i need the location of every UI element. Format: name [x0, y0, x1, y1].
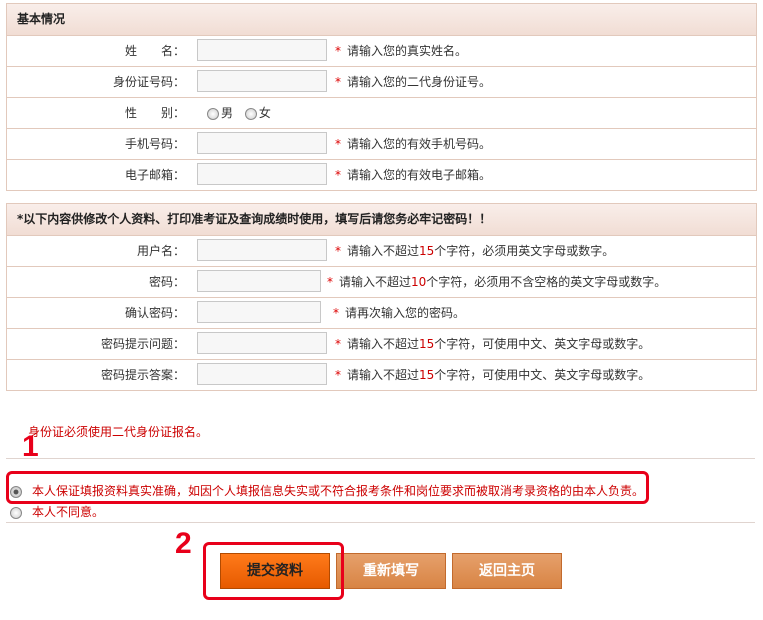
id-input[interactable] [197, 70, 327, 92]
password-question-hint: 请输入不超过15个字符，可使用中文、英文字母或数字。 [347, 337, 651, 351]
account-title: *以下内容供修改个人资料、打印准考证及查询成绩时使用，填写后请您务必牢记密码！！ [7, 204, 756, 236]
password-answer-row: 密码提示答案： * 请输入不超过15个字符，可使用中文、英文字母或数字。 [7, 360, 756, 390]
email-row: 电子邮箱： * 请输入您的有效电子邮箱。 [7, 160, 756, 190]
gender-male-option[interactable]: 男 [207, 106, 237, 120]
phone-hint: 请输入您的有效手机号码。 [347, 137, 492, 151]
required-star: * [335, 337, 341, 351]
confirm-password-input[interactable] [197, 301, 321, 323]
step-1-marker: 1 [22, 430, 39, 463]
phone-row: 手机号码： * 请输入您的有效手机号码。 [7, 129, 756, 160]
id-label: 身份证号码： [112, 75, 185, 89]
password-answer-label: 密码提示答案： [100, 368, 185, 382]
email-input[interactable] [197, 163, 327, 185]
name-row: 姓 名： * 请输入您的真实姓名。 [7, 36, 756, 67]
confirm-password-row: 确认密码： * 请再次输入您的密码。 [7, 298, 756, 329]
id-hint: 请输入您的二代身份证号。 [347, 75, 492, 89]
required-star: * [335, 244, 341, 258]
email-hint: 请输入您的有效电子邮箱。 [347, 168, 492, 182]
required-star: * [335, 44, 341, 58]
female-label: 女 [258, 106, 271, 120]
home-button[interactable]: 返回主页 [452, 553, 562, 589]
password-question-label: 密码提示问题： [100, 337, 185, 351]
required-star: * [335, 75, 341, 89]
disagree-radio[interactable] [10, 506, 22, 519]
password-question-input[interactable] [197, 332, 327, 354]
male-radio[interactable] [207, 107, 219, 120]
password-row: 密码： * 请输入不超过10个字符，必须用不含空格的英文字母或数字。 [7, 267, 756, 298]
id-card-notice: 身份证必须使用二代身份证报名。 [28, 425, 209, 439]
name-label: 姓 名： [124, 44, 185, 58]
phone-input[interactable] [197, 132, 327, 154]
divider [6, 522, 755, 523]
password-label: 密码： [148, 275, 185, 289]
required-star: * [335, 168, 341, 182]
password-question-row: 密码提示问题： * 请输入不超过15个字符，可使用中文、英文字母或数字。 [7, 329, 756, 360]
female-radio[interactable] [244, 107, 257, 120]
password-answer-input[interactable] [197, 363, 327, 385]
reset-button[interactable]: 重新填写 [336, 553, 446, 589]
gender-row: 性 别： 男 女 [7, 98, 756, 129]
id-row: 身份证号码： * 请输入您的二代身份证号。 [7, 67, 756, 98]
password-answer-hint: 请输入不超过15个字符，可使用中文、英文字母或数字。 [347, 368, 651, 382]
basic-info-title: 基本情况 [7, 4, 756, 36]
confirm-password-hint: 请再次输入您的密码。 [345, 306, 466, 320]
password-input[interactable] [197, 270, 321, 292]
required-star: * [335, 368, 341, 382]
divider [6, 458, 755, 459]
gender-female-option[interactable]: 女 [244, 106, 271, 120]
required-star: * [335, 137, 341, 151]
password-hint: 请输入不超过10个字符，必须用不含空格的英文字母或数字。 [339, 275, 667, 289]
name-hint: 请输入您的真实姓名。 [347, 44, 468, 58]
basic-info-section: 基本情况 姓 名： * 请输入您的真实姓名。 身份证号码： * 请输入您的二代身… [6, 3, 757, 191]
required-star: * [333, 306, 339, 320]
submit-highlight-box [203, 542, 344, 600]
username-label: 用户名： [136, 244, 185, 258]
disagree-label: 本人不同意。 [32, 505, 105, 519]
confirm-password-label: 确认密码： [124, 306, 185, 320]
account-section: *以下内容供修改个人资料、打印准考证及查询成绩时使用，填写后请您务必牢记密码！！… [6, 203, 757, 391]
username-hint: 请输入不超过15个字符，必须用英文字母或数字。 [347, 244, 615, 258]
step-2-marker: 2 [175, 527, 192, 560]
username-input[interactable] [197, 239, 327, 261]
username-row: 用户名： * 请输入不超过15个字符，必须用英文字母或数字。 [7, 236, 756, 267]
male-label: 男 [221, 106, 234, 120]
disagree-option[interactable]: 本人不同意。 [10, 503, 104, 520]
required-star: * [327, 275, 333, 289]
phone-label: 手机号码： [124, 137, 185, 151]
gender-options: 男 女 [207, 98, 279, 128]
name-input[interactable] [197, 39, 327, 61]
email-label: 电子邮箱： [124, 168, 185, 182]
gender-label: 性 别： [124, 106, 185, 120]
agree-highlight-box [6, 471, 649, 504]
